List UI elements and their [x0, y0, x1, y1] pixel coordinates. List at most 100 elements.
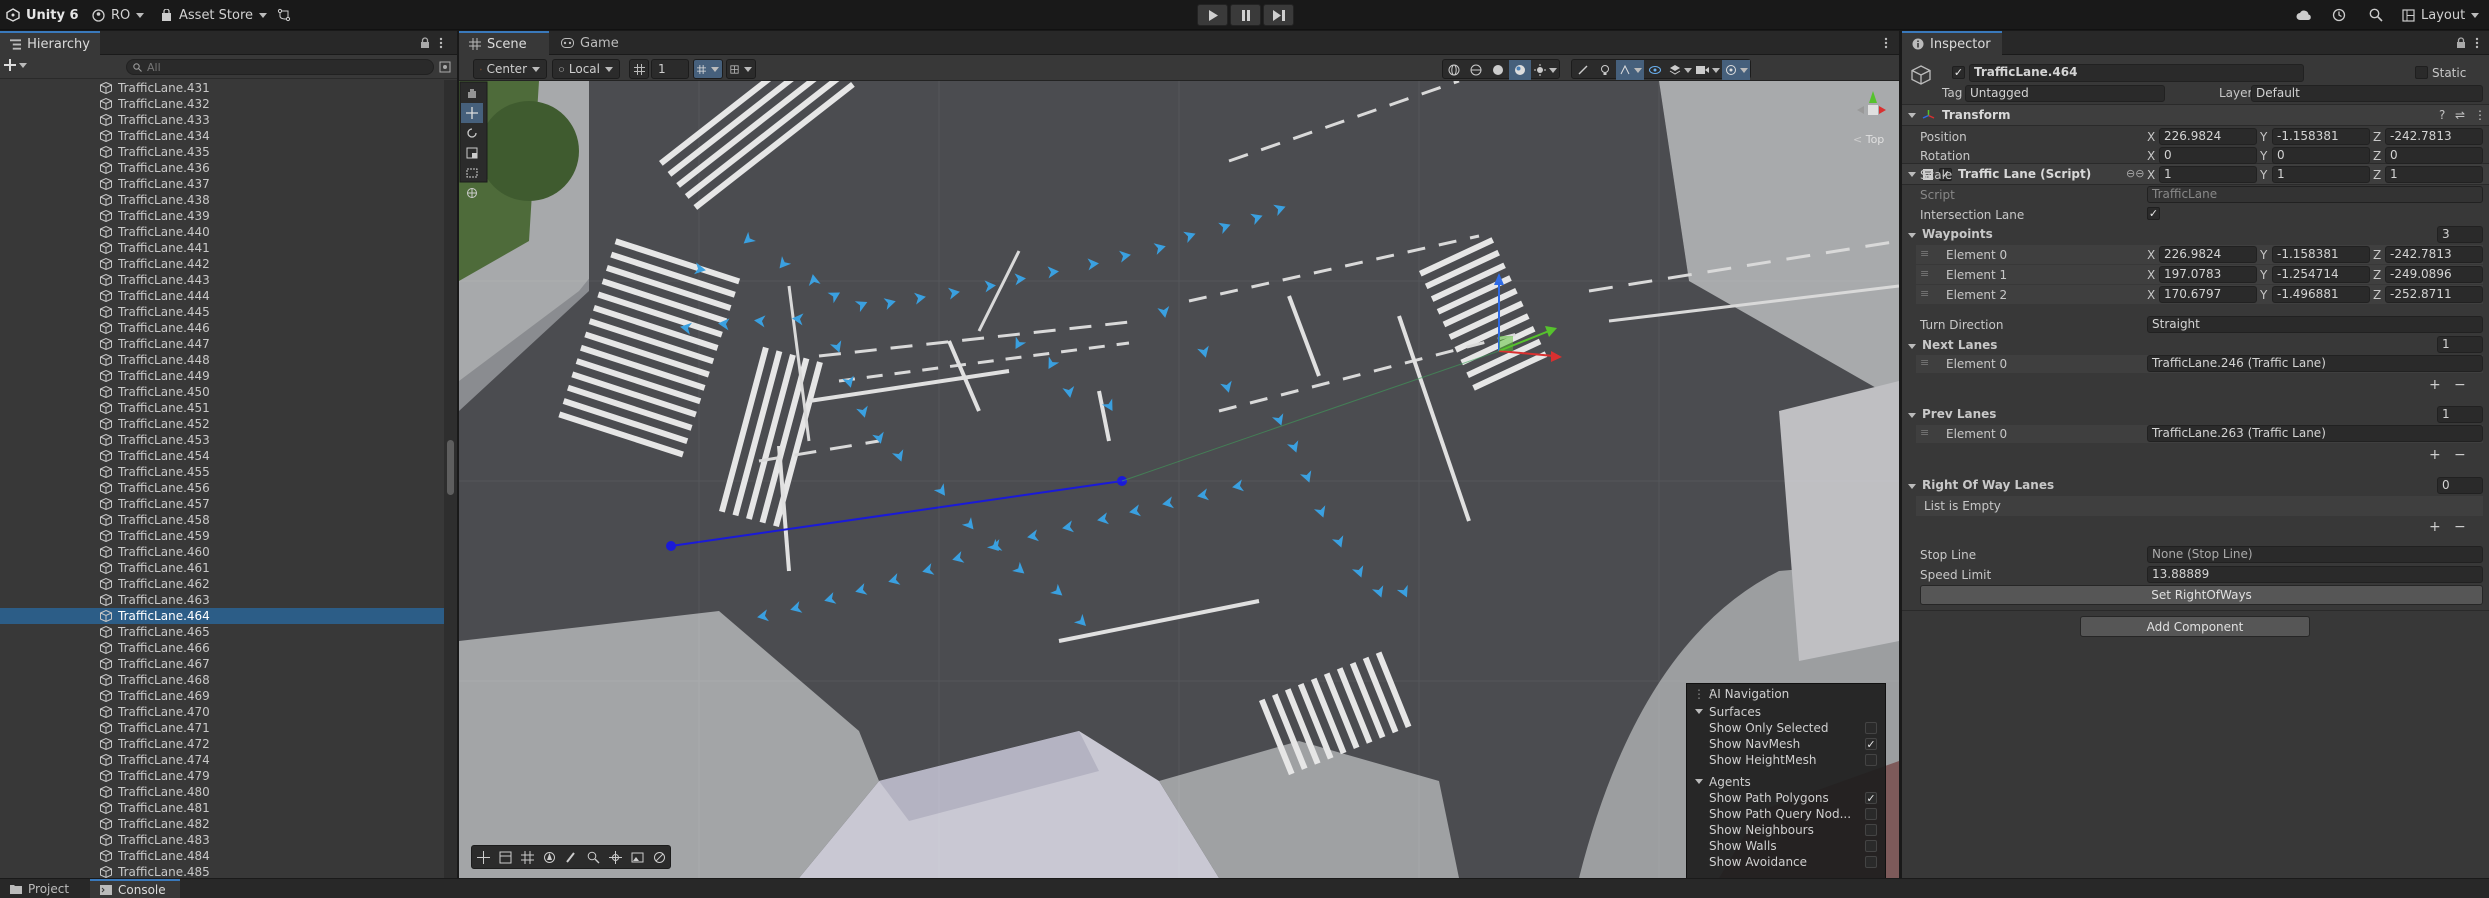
tab-inspector[interactable]: Inspector [1902, 31, 2002, 55]
ai-nav-option-checkbox[interactable] [1865, 840, 1877, 852]
waypoint-y-field[interactable]: -1.496881 [2272, 286, 2370, 303]
overlay-move-button[interactable] [472, 846, 494, 868]
account-dropdown[interactable]: RO [92, 0, 145, 30]
transform-rotation-z-field[interactable]: 0 [2385, 147, 2483, 164]
hierarchy-item[interactable]: TrafficLane.482 [0, 816, 444, 832]
hierarchy-scrollbar[interactable] [444, 80, 457, 878]
next-lanes-foldout[interactable]: Next Lanes [1908, 338, 1997, 352]
transform-rotation-x-field[interactable]: 0 [2159, 147, 2257, 164]
hierarchy-item[interactable]: TrafficLane.441 [0, 240, 444, 256]
space-dropdown[interactable]: Local [552, 59, 620, 79]
ai-nav-option-checkbox[interactable] [1865, 754, 1877, 766]
prev-lanes-object-field[interactable]: TrafficLane.263 (Traffic Lane) [2147, 425, 2483, 442]
hierarchy-item[interactable]: TrafficLane.439 [0, 208, 444, 224]
hierarchy-item[interactable]: TrafficLane.485 [0, 864, 444, 878]
hierarchy-item[interactable]: TrafficLane.461 [0, 560, 444, 576]
hierarchy-item[interactable]: TrafficLane.483 [0, 832, 444, 848]
hierarchy-item[interactable]: TrafficLane.458 [0, 512, 444, 528]
hierarchy-item[interactable]: TrafficLane.452 [0, 416, 444, 432]
right-of-way-count[interactable]: 0 [2437, 477, 2483, 494]
tab-scene[interactable]: Scene [459, 31, 549, 55]
hierarchy-item[interactable]: TrafficLane.455 [0, 464, 444, 480]
transform-header[interactable]: Transform ? ⇌ ⋮ [1902, 104, 2489, 126]
tag-dropdown[interactable]: Untagged [1965, 85, 2165, 102]
gizmos-dropdown[interactable] [1722, 60, 1750, 80]
transform-position-x-field[interactable]: 226.9824 [2159, 128, 2257, 145]
add-component-button[interactable]: Add Component [2080, 616, 2310, 637]
hierarchy-item[interactable]: TrafficLane.457 [0, 496, 444, 512]
hierarchy-item[interactable]: TrafficLane.466 [0, 640, 444, 656]
ai-nav-option-checkbox[interactable] [1865, 722, 1877, 734]
shading-shaded-toggle[interactable] [1487, 60, 1509, 80]
overlay-navmesh-button[interactable] [538, 846, 560, 868]
tab-hierarchy[interactable]: Hierarchy [0, 31, 100, 55]
intersection-lane-checkbox[interactable]: ✓ [2147, 207, 2160, 220]
ai-nav-option-checkbox[interactable] [1865, 808, 1877, 820]
hierarchy-search-input[interactable] [147, 60, 427, 74]
ai-nav-option-checkbox[interactable] [1865, 856, 1877, 868]
asset-store-dropdown[interactable]: Asset Store [160, 0, 268, 30]
version-control-button[interactable] [277, 0, 291, 30]
ai-nav-section-header[interactable]: Surfaces [1687, 704, 1887, 720]
transform-scale-x-field[interactable]: 1 [2159, 166, 2257, 183]
waypoint-y-field[interactable]: -1.254714 [2272, 266, 2370, 283]
transform-scale-y-field[interactable]: 1 [2272, 166, 2370, 183]
waypoint-z-field[interactable]: -242.7813 [2385, 246, 2483, 263]
hierarchy-item[interactable]: TrafficLane.436 [0, 160, 444, 176]
snap-settings-dropdown[interactable] [726, 59, 756, 79]
waypoint-x-field[interactable]: 170.6797 [2159, 286, 2257, 303]
ai-nav-option[interactable]: Show HeightMesh [1687, 752, 1887, 768]
right-of-way-foldout[interactable]: Right Of Way Lanes [1908, 478, 2054, 492]
transform-tool[interactable] [461, 183, 483, 203]
prev-lanes-remove-button[interactable]: − [2454, 447, 2466, 463]
overlay-search-button[interactable] [582, 846, 604, 868]
overlay-grid-button[interactable] [516, 846, 538, 868]
kebab-menu-icon[interactable]: ⋮ [2474, 108, 2486, 122]
hierarchy-item[interactable]: TrafficLane.468 [0, 672, 444, 688]
overlay-paint-button[interactable] [560, 846, 582, 868]
hierarchy-item[interactable]: TrafficLane.431 [0, 80, 444, 96]
next-lanes-remove-button[interactable]: − [2454, 377, 2466, 393]
ai-nav-option[interactable]: Show Path Polygons ✓ [1687, 790, 1887, 806]
link-icon[interactable]: ⊖⊖ [2126, 167, 2144, 180]
ai-nav-option[interactable]: Show Neighbours [1687, 822, 1887, 838]
ai-nav-option[interactable]: Show Avoidance [1687, 854, 1887, 870]
tab-project[interactable]: Project [0, 879, 90, 898]
step-button[interactable] [1263, 4, 1294, 26]
hierarchy-item[interactable]: TrafficLane.465 [0, 624, 444, 640]
hierarchy-item[interactable]: TrafficLane.443 [0, 272, 444, 288]
history-button[interactable] [2332, 0, 2346, 30]
overlay-pick-button[interactable] [648, 846, 670, 868]
active-checkbox[interactable]: ✓ [1952, 66, 1965, 79]
scene-visibility-toggle[interactable] [1644, 60, 1666, 80]
static-checkbox[interactable] [2415, 66, 2428, 79]
hierarchy-item[interactable]: TrafficLane.446 [0, 320, 444, 336]
lock-icon[interactable] [2455, 37, 2467, 49]
drag-handle-icon[interactable]: ≡ [1920, 287, 1929, 300]
hierarchy-item[interactable]: TrafficLane.472 [0, 736, 444, 752]
turn-direction-dropdown[interactable]: Straight [2147, 316, 2483, 333]
waypoints-foldout[interactable]: Waypoints [1908, 227, 1993, 241]
set-right-of-ways-button[interactable]: Set RightOfWays [1920, 585, 2483, 605]
next-lanes-add-button[interactable]: + [2429, 377, 2441, 393]
transform-rotation-y-field[interactable]: 0 [2272, 147, 2370, 164]
grid-size-field[interactable]: 1 [651, 59, 689, 79]
hierarchy-item[interactable]: TrafficLane.433 [0, 112, 444, 128]
scrollbar-thumb[interactable] [447, 440, 454, 495]
rotate-tool[interactable] [461, 123, 483, 143]
right-of-way-remove-button[interactable]: − [2454, 519, 2466, 535]
layout-dropdown[interactable]: Layout [2402, 0, 2480, 30]
hierarchy-item[interactable]: TrafficLane.471 [0, 720, 444, 736]
overlay-image-button[interactable] [626, 846, 648, 868]
orientation-gizmo-toggle[interactable] [1443, 60, 1465, 80]
rect-tool[interactable] [461, 163, 483, 183]
layer-dropdown[interactable]: Default [2251, 85, 2483, 102]
grid-visibility-dropdown[interactable] [693, 59, 723, 79]
hierarchy-item[interactable]: TrafficLane.451 [0, 400, 444, 416]
transform-position-z-field[interactable]: -242.7813 [2385, 128, 2483, 145]
hierarchy-item[interactable]: TrafficLane.469 [0, 688, 444, 704]
ai-nav-option[interactable]: Show Walls [1687, 838, 1887, 854]
speed-limit-field[interactable]: 13.88889 [2147, 566, 2483, 583]
hierarchy-item[interactable]: TrafficLane.449 [0, 368, 444, 384]
scene-viewport[interactable]: < Top ⋮⋮ AI Navigation Surfaces Show Only… [459, 81, 1899, 878]
